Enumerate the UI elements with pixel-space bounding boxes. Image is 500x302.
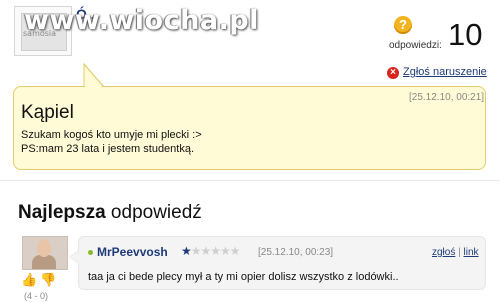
rank-stars: ★★★★★★ xyxy=(181,244,241,258)
question-mark-icon: ? xyxy=(394,16,412,34)
best-answer-heading-rest: odpowiedź xyxy=(105,202,202,223)
star-icon: ★★★★★ xyxy=(190,244,241,258)
report-answer-link[interactable]: zgłoś xyxy=(432,247,455,258)
star-icon: ★ xyxy=(181,244,192,258)
vote-count: (4 - 0) xyxy=(24,291,49,301)
report-icon[interactable]: × xyxy=(387,67,399,79)
question-line: Szukam kogoś kto umyje mi plecki :> xyxy=(21,129,202,141)
link-separator: | xyxy=(458,247,461,258)
answers-label: odpowiedzi: xyxy=(389,40,442,51)
answer-links: zgłoś | link xyxy=(432,247,479,258)
divider xyxy=(0,180,500,181)
answer-bubble-tail-fill xyxy=(70,251,79,263)
answer-date: [25.12.10, 00:23] xyxy=(258,247,334,258)
report-violation-link[interactable]: Zgłoś naruszenie xyxy=(403,66,487,78)
question-date: [25.12.10, 00:21] xyxy=(409,92,485,103)
avatar-face xyxy=(37,239,51,257)
question-line: PS:mam 23 lata i jestem studentką. xyxy=(21,143,195,155)
thumbs-up-icon[interactable]: 👍 xyxy=(21,272,37,288)
answers-count: 10 xyxy=(448,17,483,52)
answer-text: taa ja ci bede plecy mył a ty mi opier d… xyxy=(88,271,399,283)
answerer-username[interactable]: MrPeevvosh xyxy=(97,245,168,259)
permalink-link[interactable]: link xyxy=(464,247,479,258)
online-status-dot xyxy=(88,250,93,255)
question-bubble-tail-mask xyxy=(83,63,104,88)
thumbs-down-icon[interactable]: 👎 xyxy=(40,272,56,288)
question-title: Kąpiel xyxy=(21,102,74,123)
avatar-body xyxy=(32,255,56,269)
best-answer-heading-bold: Najlepsza xyxy=(18,202,106,223)
best-answer-heading: Najlepsza odpowiedź xyxy=(18,202,202,224)
answerer-avatar[interactable] xyxy=(22,236,68,270)
site-watermark: www.wiocha.pl xyxy=(24,5,259,36)
